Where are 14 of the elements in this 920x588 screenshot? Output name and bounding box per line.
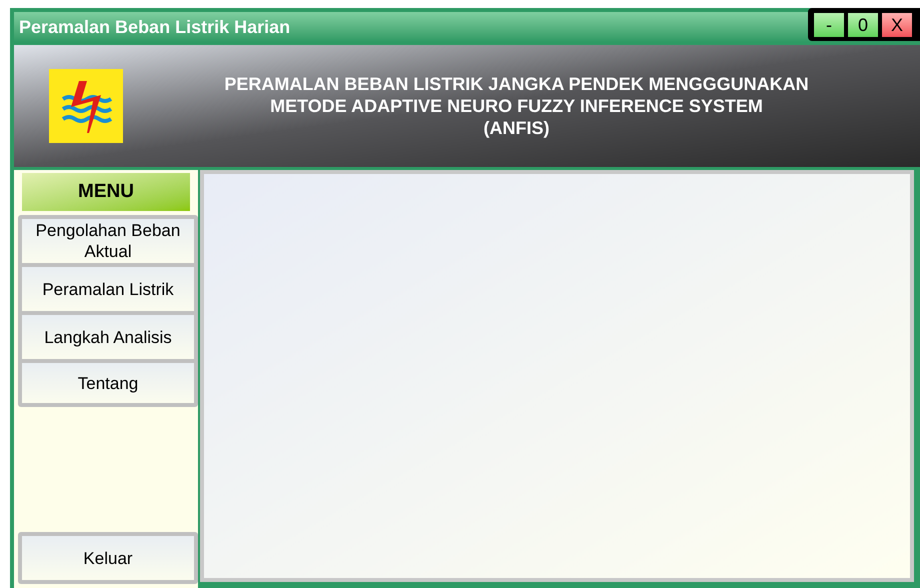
menu-button[interactable]: Keluar (22, 536, 194, 580)
header-title: METODE ADAPTIVE NEURO FUZZY INFERENCE SYSTEM (270, 95, 763, 117)
menu-button[interactable]: Langkah Analisis (22, 315, 194, 359)
menu-button[interactable]: Peramalan Listrik (22, 267, 194, 311)
header-title: (ANFIS) (484, 117, 550, 139)
menu-button[interactable]: Pengolahan Beban Aktual (22, 219, 194, 263)
header-title: PERAMALAN BEBAN LISTRIK JANGKA PENDEK MENGGGUNAKAN (224, 73, 809, 95)
close-button[interactable]: X (882, 12, 912, 36)
minimize-button[interactable]: - (814, 12, 844, 36)
maximize-button[interactable]: 0 (848, 12, 878, 36)
window-title: Peramalan Beban Listrik Harian (19, 16, 290, 38)
menu-button[interactable]: Tentang (22, 363, 194, 403)
menu-heading-text: MENU (78, 180, 134, 204)
lightning-logo-icon (49, 69, 123, 143)
